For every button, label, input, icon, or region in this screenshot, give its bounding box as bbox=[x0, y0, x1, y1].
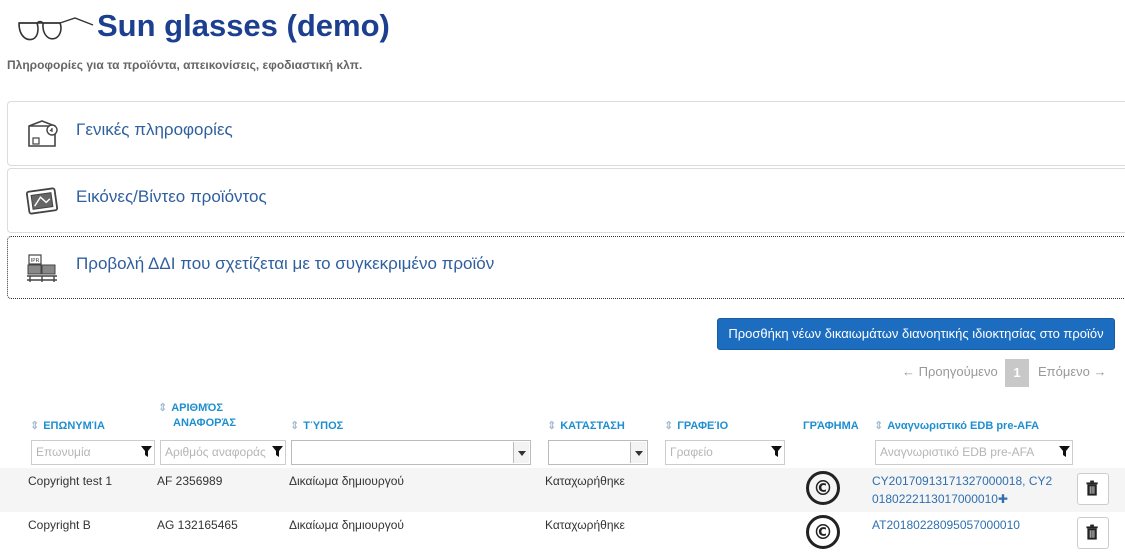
office-filter-input[interactable]: Γραφείο bbox=[665, 440, 785, 465]
section-label: Εικόνες/Βίντεο προϊόντος bbox=[76, 187, 267, 206]
chevron-down-icon[interactable] bbox=[513, 442, 529, 463]
name-filter-input[interactable]: Επωνυμία bbox=[31, 440, 155, 465]
section-label: Προβολή ΔΔΙ που σχετίζεται με το συγκεκρ… bbox=[76, 254, 495, 273]
filter-icon[interactable] bbox=[272, 446, 283, 458]
column-header-office[interactable]: ⇕ ΓΡΑΦΕΊΟ bbox=[664, 419, 728, 434]
column-header-name[interactable]: ⇕ ΕΠΩΝΥΜΊΑ bbox=[30, 419, 105, 434]
page-header: Sun glasses (demo) Πληροφορίες για τα πρ… bbox=[0, 0, 1125, 80]
ref-filter-input[interactable]: Αριθμός αναφοράς bbox=[160, 440, 286, 465]
glasses-icon bbox=[18, 17, 94, 41]
delete-button[interactable] bbox=[1077, 473, 1109, 505]
filter-icon[interactable] bbox=[1059, 446, 1070, 458]
sort-icon: ⇕ bbox=[664, 420, 674, 432]
edb-link[interactable]: 0180222113017000010✚ bbox=[872, 492, 1008, 506]
cell-name: Copyright B bbox=[28, 518, 91, 532]
copyright-icon: © bbox=[806, 515, 840, 549]
add-ipr-button[interactable]: Προσθήκη νέων δικαιωμάτων διανοητικής ιδ… bbox=[717, 318, 1115, 350]
photo-icon bbox=[25, 187, 59, 215]
svg-text:IPR: IPR bbox=[31, 258, 40, 264]
plus-icon[interactable]: ✚ bbox=[998, 492, 1008, 506]
sort-icon: ⇕ bbox=[158, 402, 168, 414]
trash-icon bbox=[1086, 480, 1098, 496]
trash-icon bbox=[1086, 524, 1098, 540]
table-row: Copyright B AG 132165465 Δικαίωμα δημιου… bbox=[0, 512, 1125, 554]
column-header-status[interactable]: ⇕ ΚΑΤΆΣΤΑΣΗ bbox=[547, 419, 625, 434]
status-filter-select[interactable] bbox=[548, 440, 648, 465]
column-header-type[interactable]: ⇕ ΤΎΠΟΣ bbox=[290, 419, 343, 434]
section-images-video[interactable]: Εικόνες/Βίντεο προϊόντος bbox=[7, 168, 1125, 233]
cell-type: Δικαίωμα δημιουργού bbox=[289, 518, 404, 532]
prev-page-link[interactable]: ← Προηγούμενο bbox=[902, 358, 998, 386]
sort-icon: ⇕ bbox=[30, 420, 40, 432]
cell-status: Καταχωρήθηκε bbox=[545, 474, 625, 488]
delete-button[interactable] bbox=[1077, 517, 1109, 549]
page-number[interactable]: 1 bbox=[1005, 359, 1029, 387]
edb-filter-input[interactable]: Αναγνωριστικό EDB pre-AFA bbox=[875, 440, 1073, 465]
column-header-edb[interactable]: ⇕ Αναγνωριστικό EDB pre-AFA bbox=[874, 419, 1039, 434]
filter-icon[interactable] bbox=[141, 446, 152, 458]
section-ipr-view[interactable]: IPR Προβολή ΔΔΙ που σχετίζεται με το συγ… bbox=[7, 236, 1125, 299]
edb-link[interactable]: CY20170913171327000018, CY2 bbox=[872, 474, 1052, 488]
column-header-graphic: ΓΡΆΦΗΜΑ bbox=[803, 420, 859, 432]
table-row: Copyright test 1 AF 2356989 Δικαίωμα δημ… bbox=[0, 468, 1125, 512]
edb-link[interactable]: AT20180228095057000010 bbox=[872, 518, 1020, 532]
sort-icon: ⇕ bbox=[547, 420, 557, 432]
ipr-pallet-icon: IPR bbox=[27, 254, 57, 282]
type-filter-select[interactable] bbox=[291, 440, 531, 465]
next-page-link[interactable]: Επόμενο → bbox=[1038, 358, 1107, 386]
filter-icon[interactable] bbox=[771, 446, 782, 458]
cell-ref: AF 2356989 bbox=[157, 474, 223, 488]
cell-name: Copyright test 1 bbox=[28, 474, 113, 488]
cell-ref: AG 132165465 bbox=[157, 518, 238, 532]
page-subtitle: Πληροφορίες για τα προϊόντα, απεικονίσει… bbox=[7, 58, 363, 72]
sort-icon: ⇕ bbox=[290, 420, 300, 432]
page-title: Sun glasses (demo) bbox=[97, 8, 390, 43]
section-label: Γενικές πληροφορίες bbox=[76, 120, 233, 139]
sort-icon: ⇕ bbox=[874, 420, 884, 432]
cell-type: Δικαίωμα δημιουργού bbox=[289, 474, 404, 488]
column-header-ref[interactable]: ⇕ ΑΡΙΘΜΌΣ ΑΝΑΦΟΡΆΣ bbox=[158, 401, 236, 431]
chevron-down-icon[interactable] bbox=[630, 442, 646, 463]
copyright-icon: © bbox=[806, 471, 840, 505]
cell-status: Καταχωρήθηκε bbox=[545, 518, 625, 532]
box-info-icon bbox=[28, 120, 58, 147]
section-general-info[interactable]: Γενικές πληροφορίες bbox=[7, 101, 1125, 166]
